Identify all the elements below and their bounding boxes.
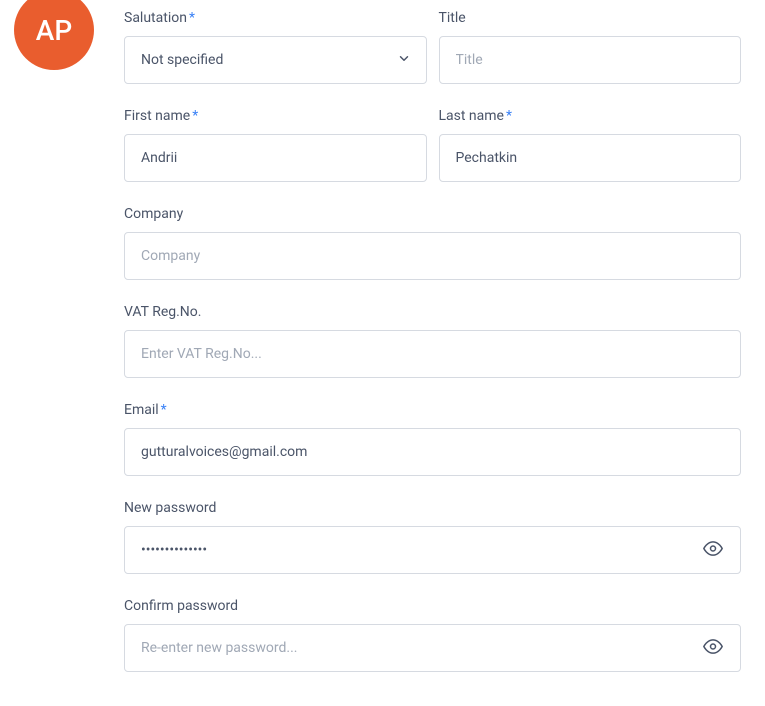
- last-name-label: Last name*: [439, 108, 742, 124]
- company-label: Company: [124, 206, 741, 222]
- vat-label: VAT Reg.No.: [124, 304, 741, 320]
- title-input[interactable]: [439, 36, 742, 84]
- confirm-password-label: Confirm password: [124, 598, 741, 614]
- title-label: Title: [439, 10, 742, 26]
- salutation-select[interactable]: Not specified: [124, 36, 427, 84]
- new-password-label: New password: [124, 500, 741, 516]
- required-mark: *: [506, 108, 512, 124]
- required-mark: *: [192, 108, 198, 124]
- toggle-password-visibility-button[interactable]: [697, 533, 729, 568]
- vat-field: VAT Reg.No.: [124, 304, 741, 378]
- company-field: Company: [124, 206, 741, 280]
- required-mark: *: [161, 402, 167, 418]
- toggle-confirm-password-visibility-button[interactable]: [697, 631, 729, 666]
- required-mark: *: [189, 10, 195, 26]
- first-name-input[interactable]: [124, 134, 427, 182]
- first-name-label: First name*: [124, 108, 427, 124]
- company-input[interactable]: [124, 232, 741, 280]
- last-name-input[interactable]: [439, 134, 742, 182]
- confirm-password-input[interactable]: [124, 624, 741, 672]
- vat-input[interactable]: [124, 330, 741, 378]
- new-password-input[interactable]: [124, 526, 741, 574]
- confirm-password-field: Confirm password: [124, 598, 741, 672]
- salutation-label: Salutation*: [124, 10, 427, 26]
- email-field: Email*: [124, 402, 741, 476]
- email-label: Email*: [124, 402, 741, 418]
- avatar: AP: [14, 0, 94, 70]
- eye-icon: [703, 637, 723, 660]
- email-input[interactable]: [124, 428, 741, 476]
- first-name-field: First name*: [124, 108, 427, 182]
- profile-form: Salutation* Not specified Title: [94, 0, 741, 696]
- salutation-field: Salutation* Not specified: [124, 10, 427, 84]
- new-password-field: New password: [124, 500, 741, 574]
- title-field: Title: [439, 10, 742, 84]
- eye-icon: [703, 539, 723, 562]
- last-name-field: Last name*: [439, 108, 742, 182]
